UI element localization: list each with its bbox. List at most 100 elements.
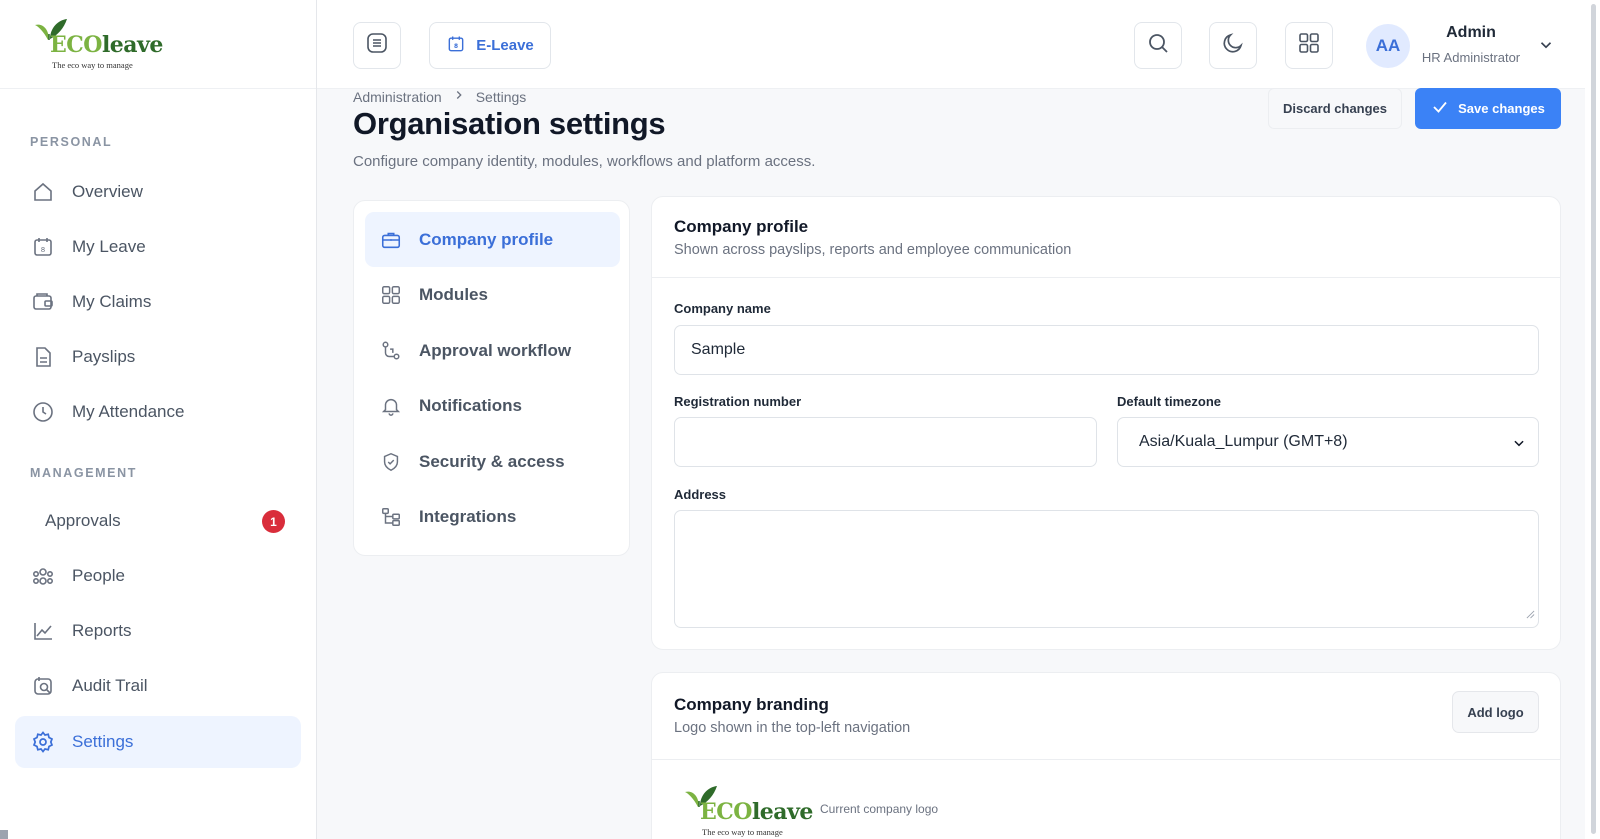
theme-toggle-button[interactable] [1209, 22, 1257, 69]
settings-tab-label: Approval workflow [419, 340, 572, 360]
settings-tab-integrations[interactable]: Integrations [365, 489, 620, 544]
card-title: Company branding [674, 695, 829, 714]
avatar[interactable]: AA [1366, 24, 1410, 68]
svg-text:8: 8 [41, 246, 45, 254]
scrollbar-thumb[interactable] [1591, 4, 1596, 834]
resize-grip-icon[interactable] [1526, 606, 1535, 624]
shield-icon [379, 450, 403, 474]
current-company-logo: ECOleave The eco way to manage [684, 783, 813, 839]
divider [652, 277, 1560, 278]
settings-tab-label: Security & access [419, 451, 565, 471]
sidebar-item-my-claims[interactable]: My Claims [15, 276, 301, 328]
logo-leave-text: leave [101, 32, 163, 58]
sidebar-item-payslips[interactable]: Payslips [15, 331, 301, 383]
gear-icon [30, 729, 56, 755]
card-subtitle: Logo shown in the top-left navigation [674, 720, 911, 736]
moon-icon [1221, 31, 1245, 60]
calendar-icon: 8 [446, 34, 466, 58]
brand-area: ECOleave The eco way to manage [0, 0, 316, 89]
sidebar-item-approvals[interactable]: Approvals 1 [15, 495, 301, 547]
sidebar-item-label: Reports [72, 621, 132, 640]
sidebar-item-overview[interactable]: Overview [15, 166, 301, 218]
top-bar: 8 E-Leave AA Admin HR Administrator [317, 0, 1600, 89]
menu-toggle-button[interactable] [353, 22, 401, 69]
sidebar-item-label: People [72, 566, 125, 585]
sidebar: ECOleave The eco way to manage PERSONAL … [0, 0, 317, 839]
sidebar-item-label: Payslips [72, 347, 136, 366]
logo-o-text: O [83, 32, 102, 58]
add-logo-button[interactable]: Add logo [1452, 691, 1539, 733]
people-icon [30, 563, 56, 589]
discard-changes-button[interactable]: Discard changes [1268, 88, 1402, 129]
sidebar-item-audit-trail[interactable]: Audit Trail [15, 660, 301, 712]
briefcase-icon [379, 228, 403, 252]
company-logo[interactable]: ECOleave The eco way to manage [34, 16, 163, 72]
breadcrumb-administration[interactable]: Administration [353, 89, 442, 105]
company-profile-card: Company profile Shown across payslips, r… [651, 196, 1561, 650]
apps-button[interactable] [1285, 22, 1333, 69]
approvals-count-badge: 1 [262, 510, 285, 533]
settings-tab-label: Notifications [419, 395, 522, 415]
settings-tab-label: Modules [419, 284, 488, 304]
list-icon [365, 31, 389, 60]
search-button[interactable] [1134, 22, 1182, 69]
settings-tab-approval-workflow[interactable]: Approval workflow [365, 323, 620, 378]
grid-icon [379, 283, 403, 307]
sidebar-item-reports[interactable]: Reports [15, 605, 301, 657]
user-name[interactable]: Admin [1421, 24, 1521, 42]
audit-icon [30, 673, 56, 699]
divider [652, 759, 1560, 760]
apps-grid-icon [1297, 31, 1321, 60]
settings-nav: Company profile Modules Approval workflo… [353, 200, 630, 556]
sidebar-item-label: My Leave [72, 237, 146, 256]
chevron-down-icon[interactable] [1537, 36, 1555, 59]
sidebar-item-label: My Attendance [72, 402, 185, 421]
settings-tab-notifications[interactable]: Notifications [365, 378, 620, 433]
sidebar-item-label: My Claims [72, 292, 152, 311]
save-changes-label: Save changes [1458, 101, 1545, 116]
company-name-input[interactable]: Sample [674, 325, 1539, 375]
document-icon [30, 344, 56, 370]
address-textarea[interactable] [674, 510, 1539, 628]
settings-tab-modules[interactable]: Modules [365, 267, 620, 322]
page-title: Organisation settings [353, 106, 666, 141]
svg-text:8: 8 [454, 44, 458, 50]
sidebar-item-my-leave[interactable]: 8 My Leave [15, 221, 301, 273]
logo-eco-text: EC [700, 799, 734, 825]
settings-tab-company-profile[interactable]: Company profile [365, 212, 620, 267]
logo-tagline: The eco way to manage [52, 60, 133, 70]
chevron-down-icon [1512, 436, 1526, 455]
logo-caption: Current company logo [820, 802, 939, 816]
sidebar-item-label: Overview [72, 182, 143, 201]
sidebar-item-settings[interactable]: Settings [15, 716, 301, 768]
page-subtitle: Configure company identity, modules, wor… [353, 153, 816, 170]
address-label: Address [674, 487, 727, 502]
registration-number-input[interactable] [674, 417, 1097, 467]
chart-line-icon [30, 618, 56, 644]
logo-eco-text: EC [50, 32, 84, 58]
bell-icon [379, 394, 403, 418]
save-changes-button[interactable]: Save changes [1415, 88, 1561, 129]
breadcrumb: Administration Settings [353, 88, 526, 105]
sidebar-item-people[interactable]: People [15, 550, 301, 602]
user-role: HR Administrator [1421, 50, 1521, 65]
chevron-right-icon [452, 88, 466, 105]
sidebar-item-label: Audit Trail [72, 676, 148, 695]
timezone-value: Asia/Kuala_Lumpur (GMT+8) [1139, 433, 1348, 450]
timezone-select[interactable]: Asia/Kuala_Lumpur (GMT+8) [1117, 417, 1539, 467]
card-subtitle: Shown across payslips, reports and emplo… [674, 242, 1072, 258]
settings-tab-label: Company profile [419, 229, 554, 249]
breadcrumb-settings: Settings [475, 88, 527, 105]
sidebar-item-label: Approvals [45, 511, 121, 530]
calendar-icon: 8 [30, 234, 56, 260]
settings-tab-security[interactable]: Security & access [365, 434, 620, 489]
card-title: Company profile [674, 217, 809, 236]
company-name-label: Company name [674, 301, 771, 316]
section-label-personal: PERSONAL [30, 135, 113, 149]
sidebar-item-my-attendance[interactable]: My Attendance [15, 386, 301, 438]
sidebar-item-label: Settings [72, 732, 134, 751]
e-leave-app-button[interactable]: 8 E-Leave [429, 22, 551, 69]
home-icon [30, 179, 56, 205]
integrations-icon [379, 505, 403, 529]
clock-icon [30, 399, 56, 425]
